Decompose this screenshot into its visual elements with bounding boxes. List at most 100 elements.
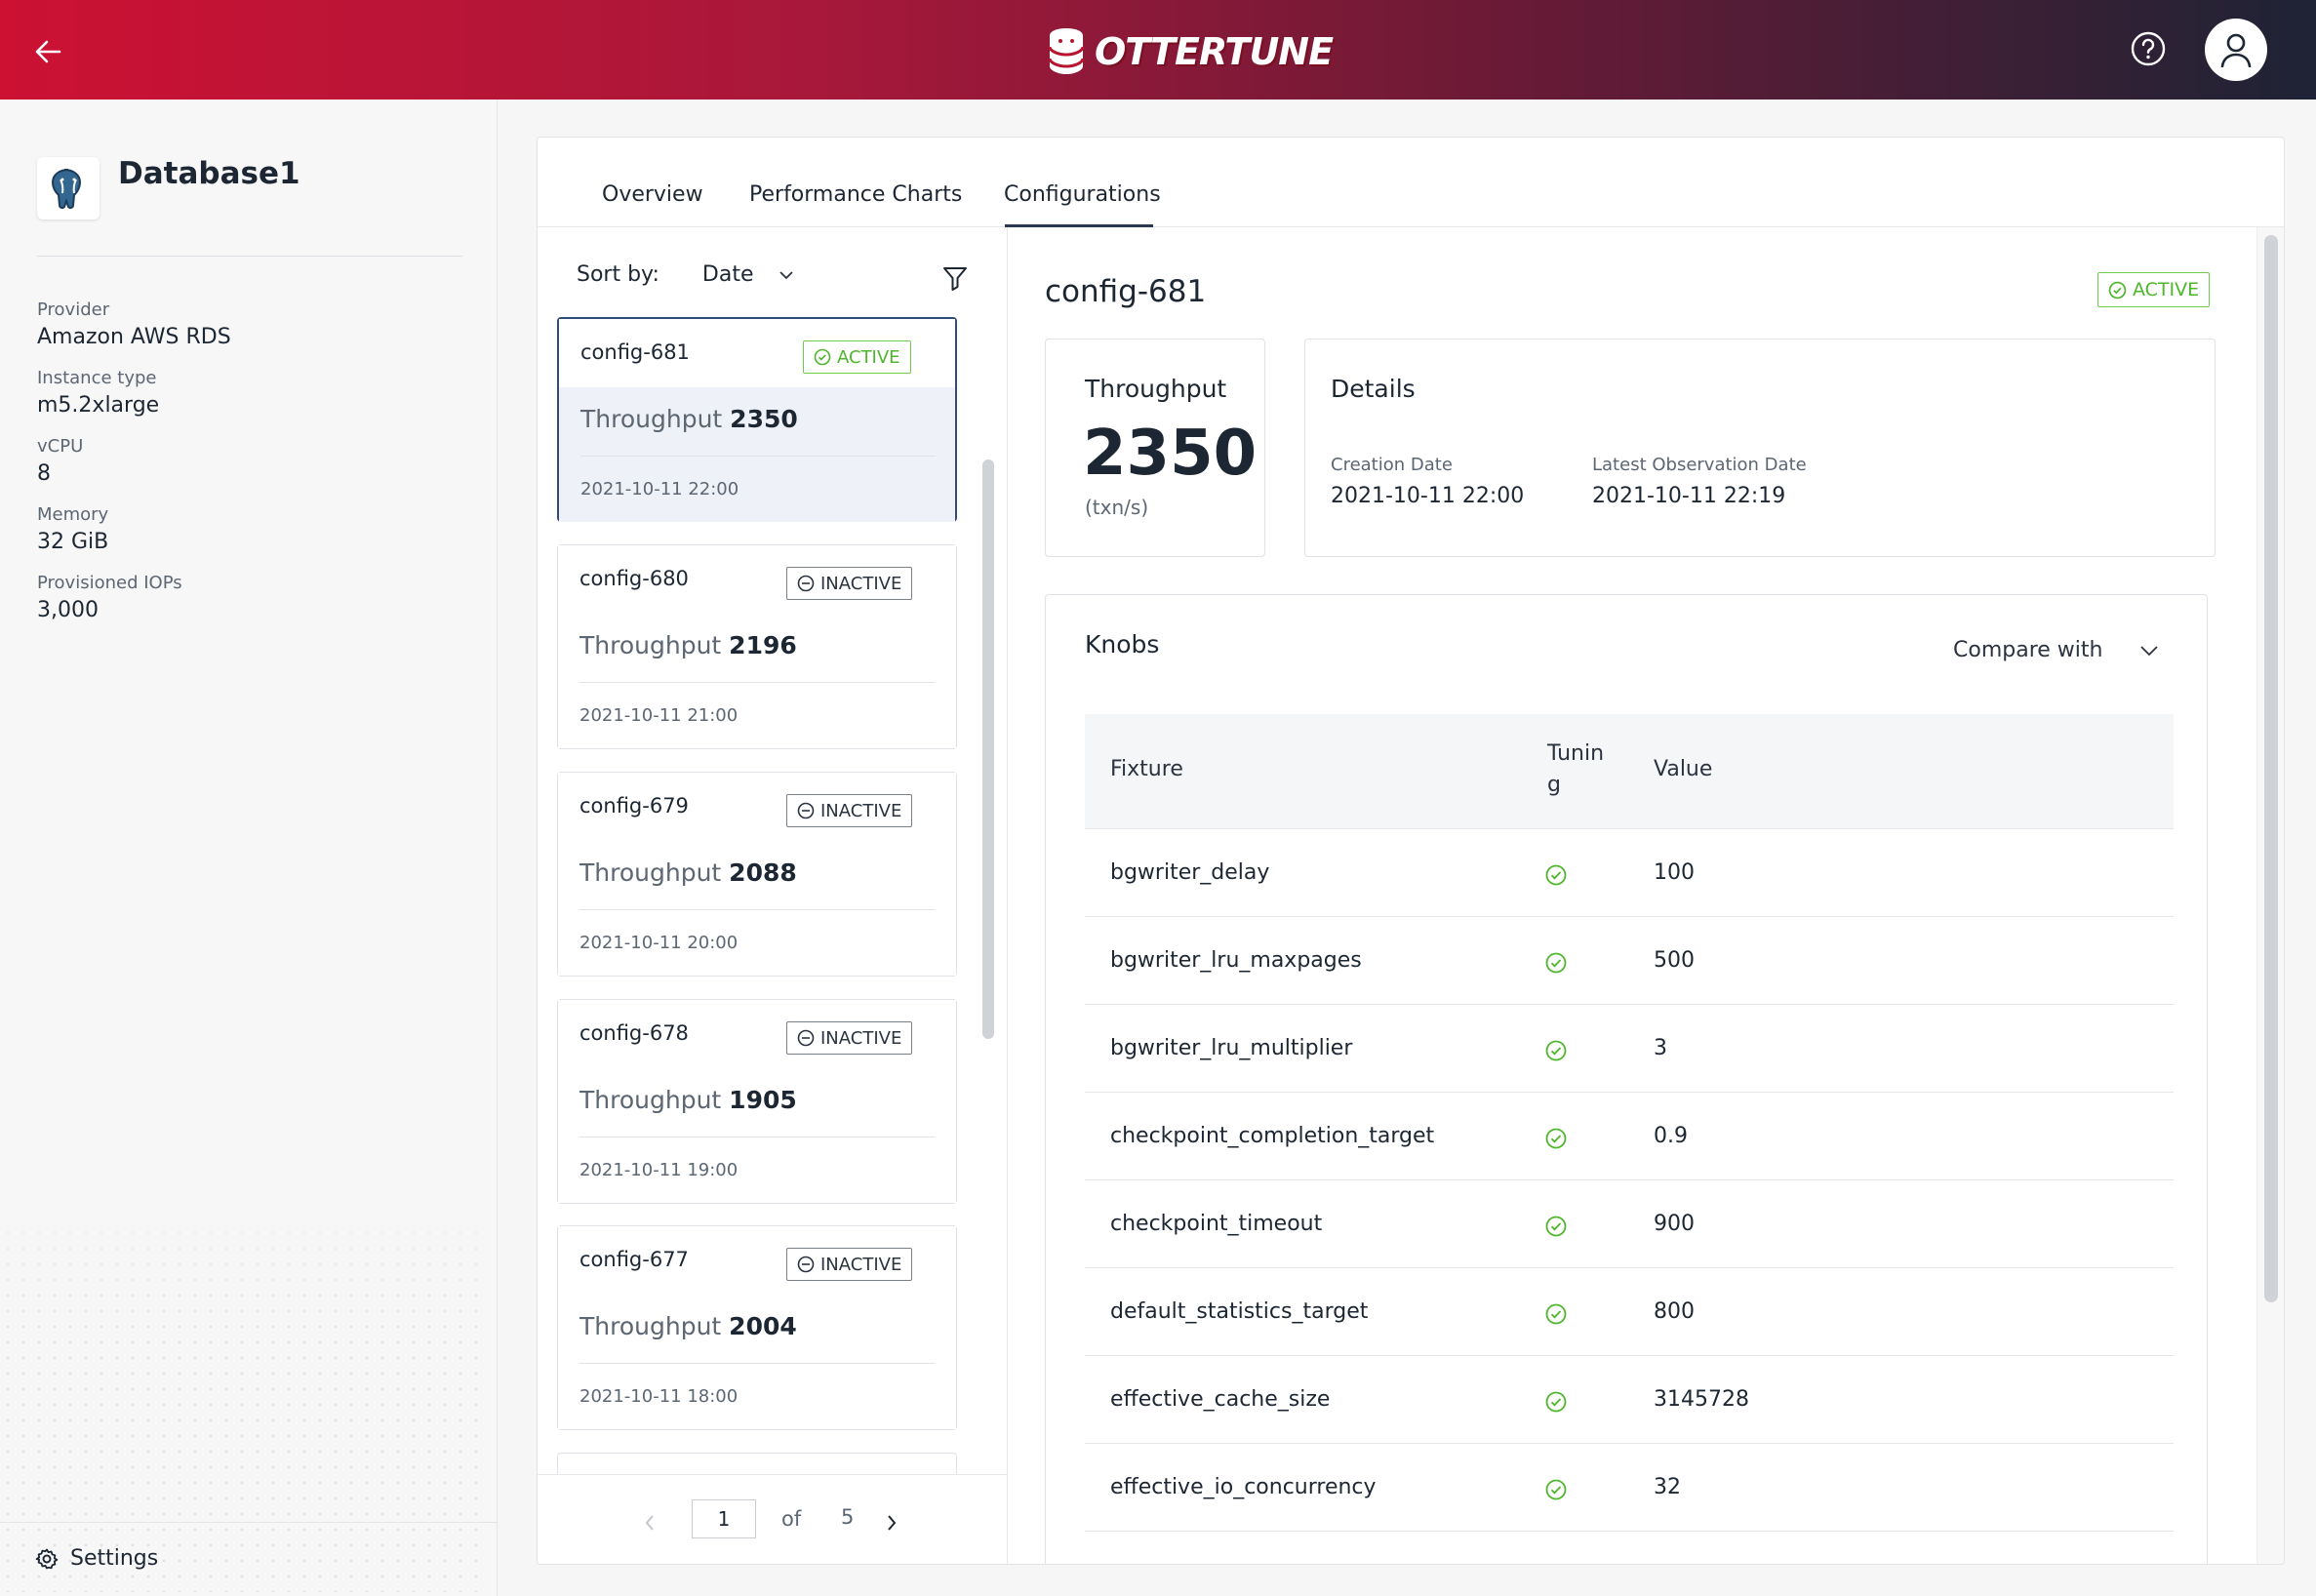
property-value: 8	[37, 461, 51, 486]
status-badge: ACTIVE	[803, 340, 911, 374]
config-card-partial[interactable]	[557, 1453, 957, 1474]
config-card-list: config-681 ACTIVE Throughput 2350 2021-1…	[557, 317, 959, 1474]
property-iops: Provisioned IOPs 3,000	[37, 573, 231, 641]
throughput-label: Throughput	[579, 858, 722, 887]
compare-with-dropdown[interactable]: Compare with	[1953, 638, 2159, 662]
table-row: checkpoint_timeout 900	[1085, 1180, 2174, 1268]
throughput-text: Throughput 2350	[580, 405, 798, 433]
check-circle-icon	[1545, 952, 1567, 974]
database-logo-icon	[1048, 28, 1085, 74]
knob-name: default_statistics_target	[1110, 1299, 1369, 1324]
throughput-label: Throughput	[579, 1312, 722, 1340]
chevron-right-icon[interactable]	[885, 1513, 898, 1533]
page-total: 5	[841, 1505, 855, 1529]
property-value: m5.2xlarge	[37, 393, 160, 418]
config-card[interactable]: config-680 INACTIVE Throughput 2196 2021…	[557, 544, 957, 749]
back-arrow-icon[interactable]	[33, 37, 62, 66]
check-circle-icon	[1545, 1040, 1567, 1061]
detail-scrollbar[interactable]	[2264, 235, 2278, 1302]
status-text: INACTIVE	[820, 573, 902, 594]
ottertune-logo[interactable]: OTTERTUNE	[1046, 25, 1334, 78]
user-avatar[interactable]	[2205, 19, 2267, 81]
check-circle-icon	[2108, 281, 2127, 299]
knob-name: checkpoint_timeout	[1110, 1212, 1323, 1236]
divider	[580, 456, 936, 457]
details-label: Details	[1331, 375, 1416, 403]
config-name: config-680	[579, 567, 689, 590]
main-panel: Overview Performance Charts Configuratio…	[537, 137, 2285, 1565]
throughput-value: 2350	[1083, 418, 1258, 490]
pagination: of 5	[538, 1474, 1008, 1564]
knob-name: bgwriter_lru_multiplier	[1110, 1036, 1353, 1060]
throughput-card: Throughput 2350 (txn/s)	[1045, 339, 1265, 557]
minus-circle-icon	[797, 1256, 815, 1273]
config-date: 2021-10-11 19:00	[579, 1160, 739, 1180]
throughput-value: 2196	[729, 631, 797, 659]
table-row: effective_io_concurrency 32	[1085, 1444, 2174, 1532]
knob-name: effective_io_concurrency	[1110, 1475, 1377, 1499]
knob-value: 800	[1654, 1299, 1695, 1324]
minus-circle-icon	[797, 802, 815, 819]
check-circle-icon	[1545, 1391, 1567, 1413]
help-icon[interactable]	[2130, 30, 2167, 67]
table-row: bgwriter_lru_multiplier 3	[1085, 1005, 2174, 1093]
chevron-down-icon	[2140, 645, 2159, 656]
divider	[37, 256, 462, 257]
knobs-label: Knobs	[1085, 630, 1160, 658]
tab-configurations[interactable]: Configurations	[1004, 182, 1161, 207]
knob-value: 3145728	[1654, 1387, 1749, 1412]
list-scrollbar[interactable]	[982, 459, 994, 1039]
tab-performance-charts[interactable]: Performance Charts	[749, 182, 962, 207]
check-circle-icon	[1545, 864, 1567, 886]
status-text: ACTIVE	[2133, 279, 2200, 300]
top-bar: OTTERTUNE	[0, 0, 2316, 100]
throughput-label: Throughput	[579, 1086, 722, 1114]
settings-label: Settings	[70, 1546, 159, 1571]
status-badge: INACTIVE	[786, 794, 913, 827]
minus-circle-icon	[797, 1029, 815, 1047]
property-label: vCPU	[37, 436, 84, 457]
chevron-left-icon[interactable]	[643, 1513, 657, 1533]
throughput-text: Throughput 2088	[579, 858, 797, 887]
knob-name: effective_cache_size	[1110, 1387, 1331, 1412]
database-name: Database1	[118, 156, 300, 191]
tab-overview[interactable]: Overview	[602, 182, 703, 207]
page-number-input[interactable]	[692, 1499, 756, 1538]
config-name: config-679	[579, 794, 689, 818]
status-text: ACTIVE	[837, 346, 900, 368]
config-card[interactable]: config-681 ACTIVE Throughput 2350 2021-1…	[557, 317, 957, 522]
config-card[interactable]: config-677 INACTIVE Throughput 2004 2021…	[557, 1225, 957, 1430]
table-row: bgwriter_lru_maxpages 500	[1085, 917, 2174, 1005]
header-tuning-line2: g	[1547, 773, 1561, 797]
knob-name: bgwriter_lru_maxpages	[1110, 948, 1362, 973]
table-header: Fixture Tunin g Value	[1085, 714, 2174, 829]
knob-name: checkpoint_completion_target	[1110, 1124, 1435, 1148]
chevron-down-icon[interactable]	[779, 269, 794, 281]
throughput-text: Throughput 2004	[579, 1312, 797, 1340]
gear-icon	[35, 1548, 59, 1569]
config-date: 2021-10-11 22:00	[580, 479, 739, 499]
table-row: default_statistics_target 800	[1085, 1268, 2174, 1356]
divider	[579, 909, 935, 910]
config-card[interactable]: config-679 INACTIVE Throughput 2088 2021…	[557, 772, 957, 977]
config-date: 2021-10-11 21:00	[579, 705, 739, 726]
settings-button[interactable]: Settings	[35, 1546, 158, 1571]
tab-bar: Overview Performance Charts Configuratio…	[538, 138, 2284, 227]
header-tuning-line1: Tunin	[1547, 741, 1605, 766]
config-list-column: Sort by: Date config-681 ACTIVE Throughp…	[538, 227, 1008, 1564]
config-card[interactable]: config-678 INACTIVE Throughput 1905 2021…	[557, 999, 957, 1204]
property-label: Provider	[37, 299, 110, 320]
property-provider: Provider Amazon AWS RDS	[37, 299, 231, 368]
knob-value: 100	[1654, 860, 1695, 885]
creation-date-label: Creation Date	[1331, 455, 1453, 475]
filter-icon[interactable]	[941, 264, 969, 292]
database-properties: Provider Amazon AWS RDS Instance type m5…	[37, 299, 231, 641]
check-circle-icon	[1545, 1216, 1567, 1237]
config-date: 2021-10-11 20:00	[579, 933, 739, 953]
throughput-label: Throughput	[579, 631, 722, 659]
divider	[0, 1522, 498, 1523]
property-memory: Memory 32 GiB	[37, 504, 231, 573]
details-card: Details Creation Date 2021-10-11 22:00 L…	[1304, 339, 2216, 557]
config-date: 2021-10-11 18:00	[579, 1386, 739, 1407]
sort-dropdown[interactable]: Date	[702, 262, 754, 287]
